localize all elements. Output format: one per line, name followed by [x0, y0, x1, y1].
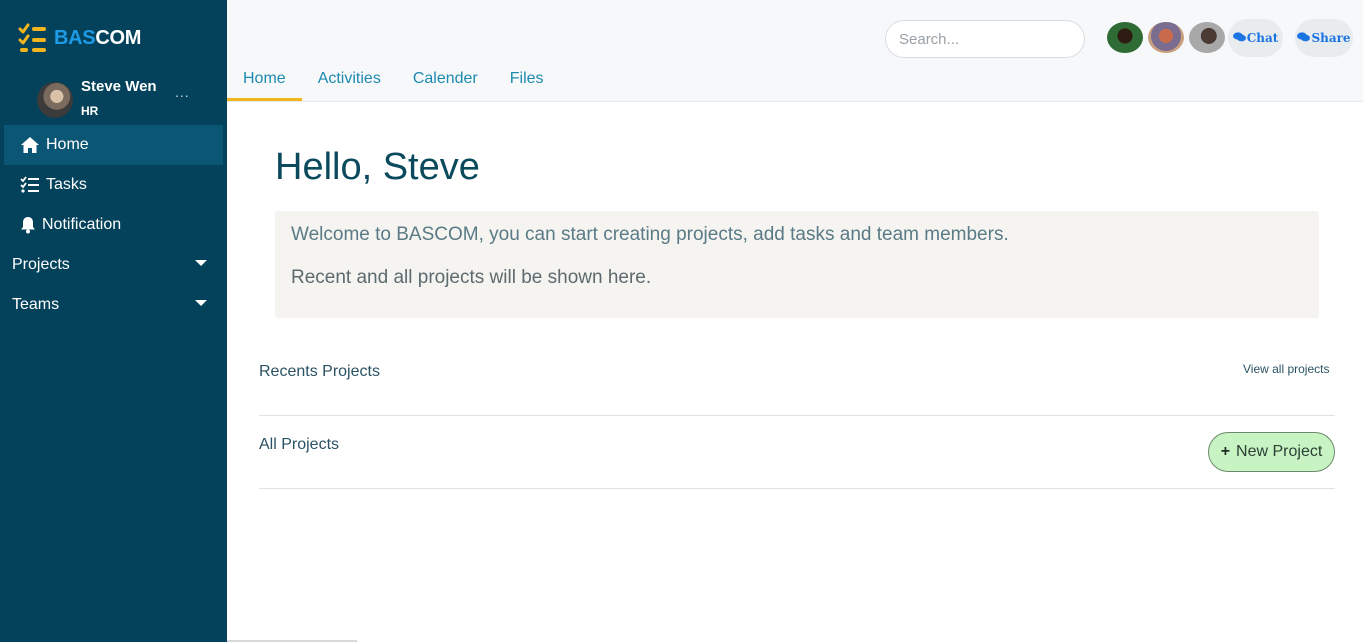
- brand-logo[interactable]: BASCOM: [18, 22, 141, 54]
- profile-name: Steve Wen: [81, 78, 157, 95]
- checklist-icon: [18, 22, 50, 54]
- home-icon: [20, 136, 40, 154]
- sidebar-item-tasks[interactable]: Tasks: [4, 165, 223, 205]
- brand-name: BASCOM: [54, 27, 141, 50]
- welcome-hint: Recent and all projects will be shown he…: [291, 267, 652, 288]
- share-button-label: Share: [1311, 31, 1351, 45]
- chat-icon: [1232, 31, 1246, 45]
- tab-home[interactable]: Home: [227, 59, 302, 101]
- avatar[interactable]: [37, 82, 73, 118]
- sidebar-item-label: Tasks: [46, 176, 87, 193]
- top-header: Chat Share Home Activities Calender File…: [227, 0, 1363, 102]
- sidebar-group-teams[interactable]: Teams: [0, 285, 227, 325]
- sidebar-group-label: Teams: [12, 296, 60, 313]
- avatar[interactable]: [1148, 22, 1184, 53]
- profile-role: HR: [81, 104, 99, 118]
- avatar[interactable]: [1107, 22, 1143, 53]
- tasks-icon: [20, 176, 40, 194]
- tab-bar: Home Activities Calender Files: [227, 59, 560, 101]
- sidebar-item-home[interactable]: Home: [4, 125, 223, 165]
- brand-name-part2: COM: [95, 26, 142, 49]
- share-icon: [1297, 31, 1311, 45]
- sidebar-item-label: Home: [46, 136, 89, 153]
- divider: [259, 415, 1335, 416]
- sidebar-group-label: Projects: [12, 256, 70, 273]
- tab-calender[interactable]: Calender: [397, 59, 494, 101]
- chat-button[interactable]: Chat: [1228, 19, 1283, 57]
- divider: [259, 488, 1335, 489]
- sidebar-group-projects[interactable]: Projects: [0, 245, 227, 285]
- recent-projects-title: Recents Projects: [259, 363, 380, 380]
- caret-down-icon[interactable]: [195, 300, 207, 306]
- all-projects-title: All Projects: [259, 436, 340, 453]
- welcome-message: Welcome to BASCOM, you can start creatin…: [291, 224, 1009, 245]
- sidebar-item-label: Notification: [42, 216, 122, 233]
- page-title: Hello, Steve: [275, 146, 480, 188]
- chat-button-label: Chat: [1246, 31, 1279, 45]
- plus-icon: +: [1220, 443, 1231, 460]
- sidebar: BASCOM Steve Wen HR ... Home Tasks Notif…: [0, 0, 227, 642]
- tab-activities[interactable]: Activities: [302, 59, 397, 101]
- brand-name-part1: BAS: [54, 26, 96, 49]
- new-project-label: New Project: [1236, 443, 1323, 460]
- view-all-projects-link[interactable]: View all projects: [1243, 362, 1329, 376]
- welcome-panel: Welcome to BASCOM, you can start creatin…: [275, 211, 1319, 318]
- sidebar-item-notification[interactable]: Notification: [4, 205, 223, 245]
- tab-files[interactable]: Files: [494, 59, 560, 101]
- new-project-button[interactable]: + New Project: [1208, 432, 1335, 472]
- bell-icon: [20, 216, 36, 234]
- share-button[interactable]: Share: [1295, 19, 1353, 57]
- user-profile: Steve Wen HR ...: [37, 78, 227, 122]
- search-input[interactable]: [885, 20, 1085, 58]
- caret-down-icon[interactable]: [195, 260, 207, 266]
- more-options-icon[interactable]: ...: [175, 84, 190, 100]
- avatar[interactable]: [1189, 22, 1225, 53]
